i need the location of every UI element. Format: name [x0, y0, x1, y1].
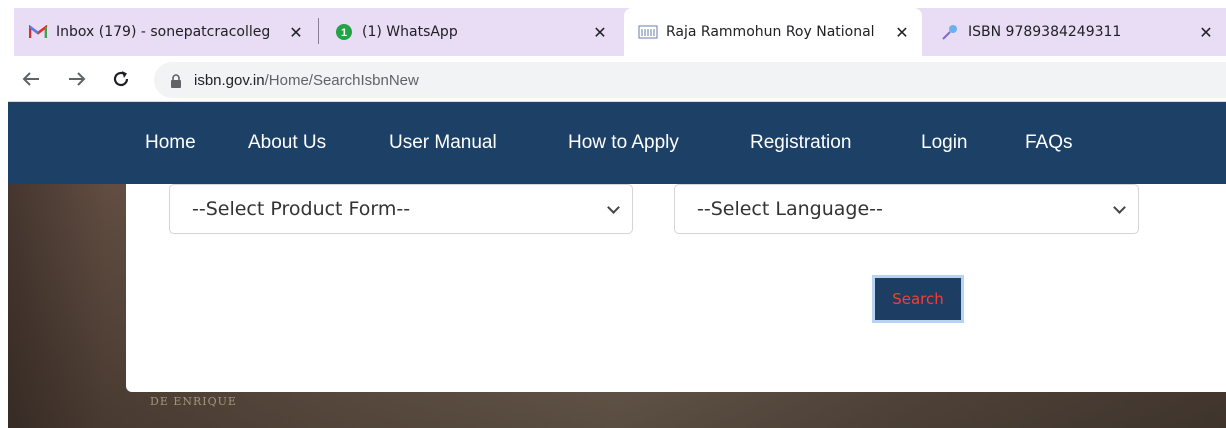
nav-registration[interactable]: Registration	[750, 132, 851, 154]
reload-icon[interactable]	[108, 64, 134, 94]
nav-home[interactable]: Home	[145, 132, 196, 154]
tab-title: Inbox (179) - sonepatcracolleg	[56, 24, 271, 40]
url-text: isbn.gov.in/Home/SearchIsbnNew	[194, 72, 419, 89]
site-navigation: Home About Us User Manual How to Apply R…	[0, 102, 1226, 184]
nav-faqs[interactable]: FAQs	[1025, 132, 1073, 154]
page-left-edge	[0, 56, 8, 428]
tab-rrrlf[interactable]: Raja Rammohun Roy National ✕	[624, 8, 922, 56]
language-value: --Select Language--	[697, 198, 883, 220]
browser-toolbar: isbn.gov.in/Home/SearchIsbnNew	[0, 56, 1226, 102]
lock-icon	[170, 73, 184, 88]
browser-tab-strip: Inbox (179) - sonepatcracolleg ✕ 1 (1) W…	[0, 0, 1226, 56]
tab-close-icon[interactable]: ✕	[1194, 23, 1218, 42]
tab-whatsapp[interactable]: 1 (1) WhatsApp ✕	[320, 8, 620, 56]
whatsapp-icon: 1	[334, 22, 354, 42]
library-icon	[638, 22, 658, 42]
nav-login[interactable]: Login	[921, 132, 968, 154]
search-button[interactable]: Search	[872, 275, 964, 323]
tab-close-icon[interactable]: ✕	[284, 23, 308, 42]
tab-separator	[318, 18, 319, 44]
language-select[interactable]: --Select Language--	[674, 184, 1139, 234]
back-arrow-icon[interactable]	[18, 64, 44, 94]
tab-title: Raja Rammohun Roy National	[666, 24, 875, 40]
chevron-down-icon	[1113, 201, 1126, 214]
chevron-down-icon	[607, 201, 620, 214]
nav-user-manual[interactable]: User Manual	[389, 132, 497, 154]
tab-close-icon[interactable]: ✕	[588, 23, 612, 42]
tab-isbn[interactable]: ISBN 9789384249311 ✕	[926, 8, 1226, 56]
tab-gmail[interactable]: Inbox (179) - sonepatcracolleg ✕	[14, 8, 316, 56]
nav-how-to-apply[interactable]: How to Apply	[568, 132, 679, 154]
search-form-card: --Select Product Form-- --Select Languag…	[126, 184, 1226, 392]
tab-title: (1) WhatsApp	[362, 24, 458, 40]
product-form-select[interactable]: --Select Product Form--	[169, 184, 633, 234]
gmail-icon	[28, 22, 48, 42]
address-bar[interactable]: isbn.gov.in/Home/SearchIsbnNew	[154, 62, 1226, 98]
tab-close-icon[interactable]: ✕	[890, 23, 914, 42]
pin-icon	[940, 22, 960, 42]
product-form-value: --Select Product Form--	[192, 198, 411, 220]
forward-arrow-icon[interactable]	[64, 64, 90, 94]
url-path: /Home/SearchIsbnNew	[264, 71, 419, 89]
whatsapp-badge: 1	[341, 27, 347, 39]
book-spine-text: DE ENRIQUE	[150, 395, 237, 408]
nav-about-us[interactable]: About Us	[248, 132, 326, 154]
tab-title: ISBN 9789384249311	[968, 24, 1122, 40]
url-host: isbn.gov.in	[194, 71, 265, 89]
